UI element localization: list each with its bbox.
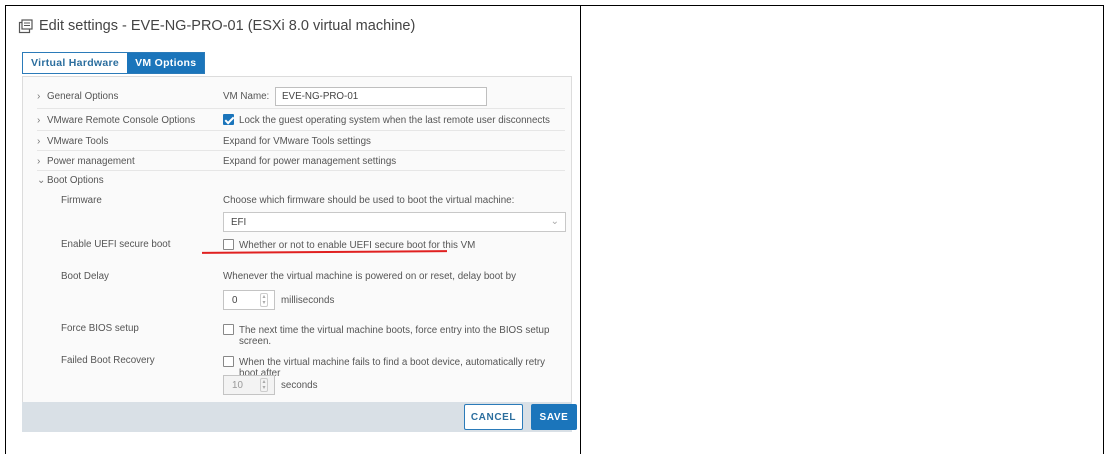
boot-delay-stepper[interactable]: 0 ▴ ▾	[223, 290, 275, 310]
general-options-toggle[interactable]: › General Options	[37, 91, 118, 102]
boot-delay-label: Boot Delay	[61, 271, 109, 282]
force-bios-label: Force BIOS setup	[61, 323, 139, 334]
boot-delay-unit: milliseconds	[281, 295, 335, 306]
dialog-title: Edit settings - EVE-NG-PRO-01 (ESXi 8.0 …	[39, 18, 416, 34]
cancel-button[interactable]: CANCEL	[464, 404, 523, 430]
secure-boot-label: Enable UEFI secure boot	[61, 239, 171, 250]
firmware-description: Choose which firmware should be used to …	[223, 195, 515, 206]
retry-seconds-value: 10	[232, 380, 243, 391]
chevron-right-icon: ›	[37, 91, 41, 102]
secure-boot-checkbox[interactable]	[223, 239, 234, 250]
stepper-arrows-icon[interactable]: ▴ ▾	[260, 293, 268, 307]
failed-boot-recovery-row: Failed Boot Recovery When the virtual ma…	[37, 349, 565, 399]
vm-name-label: VM Name:	[223, 91, 270, 102]
stepper-arrows-icon[interactable]: ▴ ▾	[260, 378, 268, 392]
boot-delay-value: 0	[232, 295, 238, 306]
settings-tabs: Virtual Hardware VM Options	[22, 52, 206, 74]
boot-delay-description: Whenever the virtual machine is powered …	[223, 271, 516, 282]
failed-boot-recovery-label: Failed Boot Recovery	[61, 355, 155, 366]
boot-options-row: ⌄ Boot Options	[37, 171, 565, 189]
force-bios-text: The next time the virtual machine boots,…	[239, 325, 550, 347]
retry-seconds-stepper[interactable]: 10 ▴ ▾	[223, 375, 275, 395]
document-border-right	[1103, 5, 1104, 454]
failed-boot-recovery-text: When the virtual machine fails to find a…	[239, 357, 546, 379]
boot-delay-row: Boot Delay Whenever the virtual machine …	[37, 267, 565, 311]
boot-options-toggle[interactable]: ⌄ Boot Options	[37, 175, 104, 186]
tab-virtual-hardware[interactable]: Virtual Hardware	[23, 53, 128, 73]
remote-console-row: › VMware Remote Console Options Lock the …	[37, 109, 565, 131]
power-management-row: › Power management Expand for power manag…	[37, 151, 565, 171]
force-bios-checkbox[interactable]	[223, 324, 234, 335]
firmware-label: Firmware	[61, 195, 102, 206]
chevron-right-icon: ›	[37, 136, 41, 147]
power-management-summary: Expand for power management settings	[223, 156, 397, 167]
tab-vm-options[interactable]: VM Options	[127, 53, 205, 73]
chevron-right-icon: ›	[37, 156, 41, 167]
vm-settings-icon	[18, 18, 33, 34]
vmware-tools-toggle[interactable]: › VMware Tools	[37, 136, 108, 147]
save-button[interactable]: SAVE	[531, 404, 577, 430]
vmware-tools-row: › VMware Tools Expand for VMware Tools se…	[37, 131, 565, 151]
secure-boot-row: Enable UEFI secure boot Whether or not t…	[37, 235, 565, 259]
power-management-toggle[interactable]: › Power management	[37, 156, 135, 167]
document-border-left	[5, 5, 6, 454]
remote-console-toggle[interactable]: › VMware Remote Console Options	[37, 115, 195, 126]
edit-settings-dialog: Edit settings - EVE-NG-PRO-01 (ESXi 8.0 …	[14, 6, 577, 432]
firmware-select-value: EFI	[231, 217, 247, 228]
vmware-tools-summary: Expand for VMware Tools settings	[223, 136, 371, 147]
lock-guest-os-checkbox[interactable]	[223, 114, 234, 125]
force-bios-row: Force BIOS setup The next time the virtu…	[37, 317, 565, 347]
lock-guest-os-label: Lock the guest operating system when the…	[239, 115, 550, 126]
chevron-right-icon: ›	[37, 115, 41, 126]
vm-name-input[interactable]: EVE-NG-PRO-01	[275, 87, 487, 106]
dialog-title-bar: Edit settings - EVE-NG-PRO-01 (ESXi 8.0 …	[18, 16, 415, 36]
vm-options-panel: › General Options VM Name: EVE-NG-PRO-01 …	[22, 76, 572, 406]
retry-seconds-unit: seconds	[281, 380, 318, 391]
chevron-down-icon: ⌄	[37, 175, 46, 186]
document-column-divider	[580, 5, 581, 454]
firmware-select[interactable]: EFI ⌄	[223, 212, 566, 232]
chevron-down-icon: ⌄	[550, 216, 559, 227]
general-options-row: › General Options VM Name: EVE-NG-PRO-01	[37, 85, 565, 109]
failed-boot-recovery-checkbox[interactable]	[223, 356, 234, 367]
